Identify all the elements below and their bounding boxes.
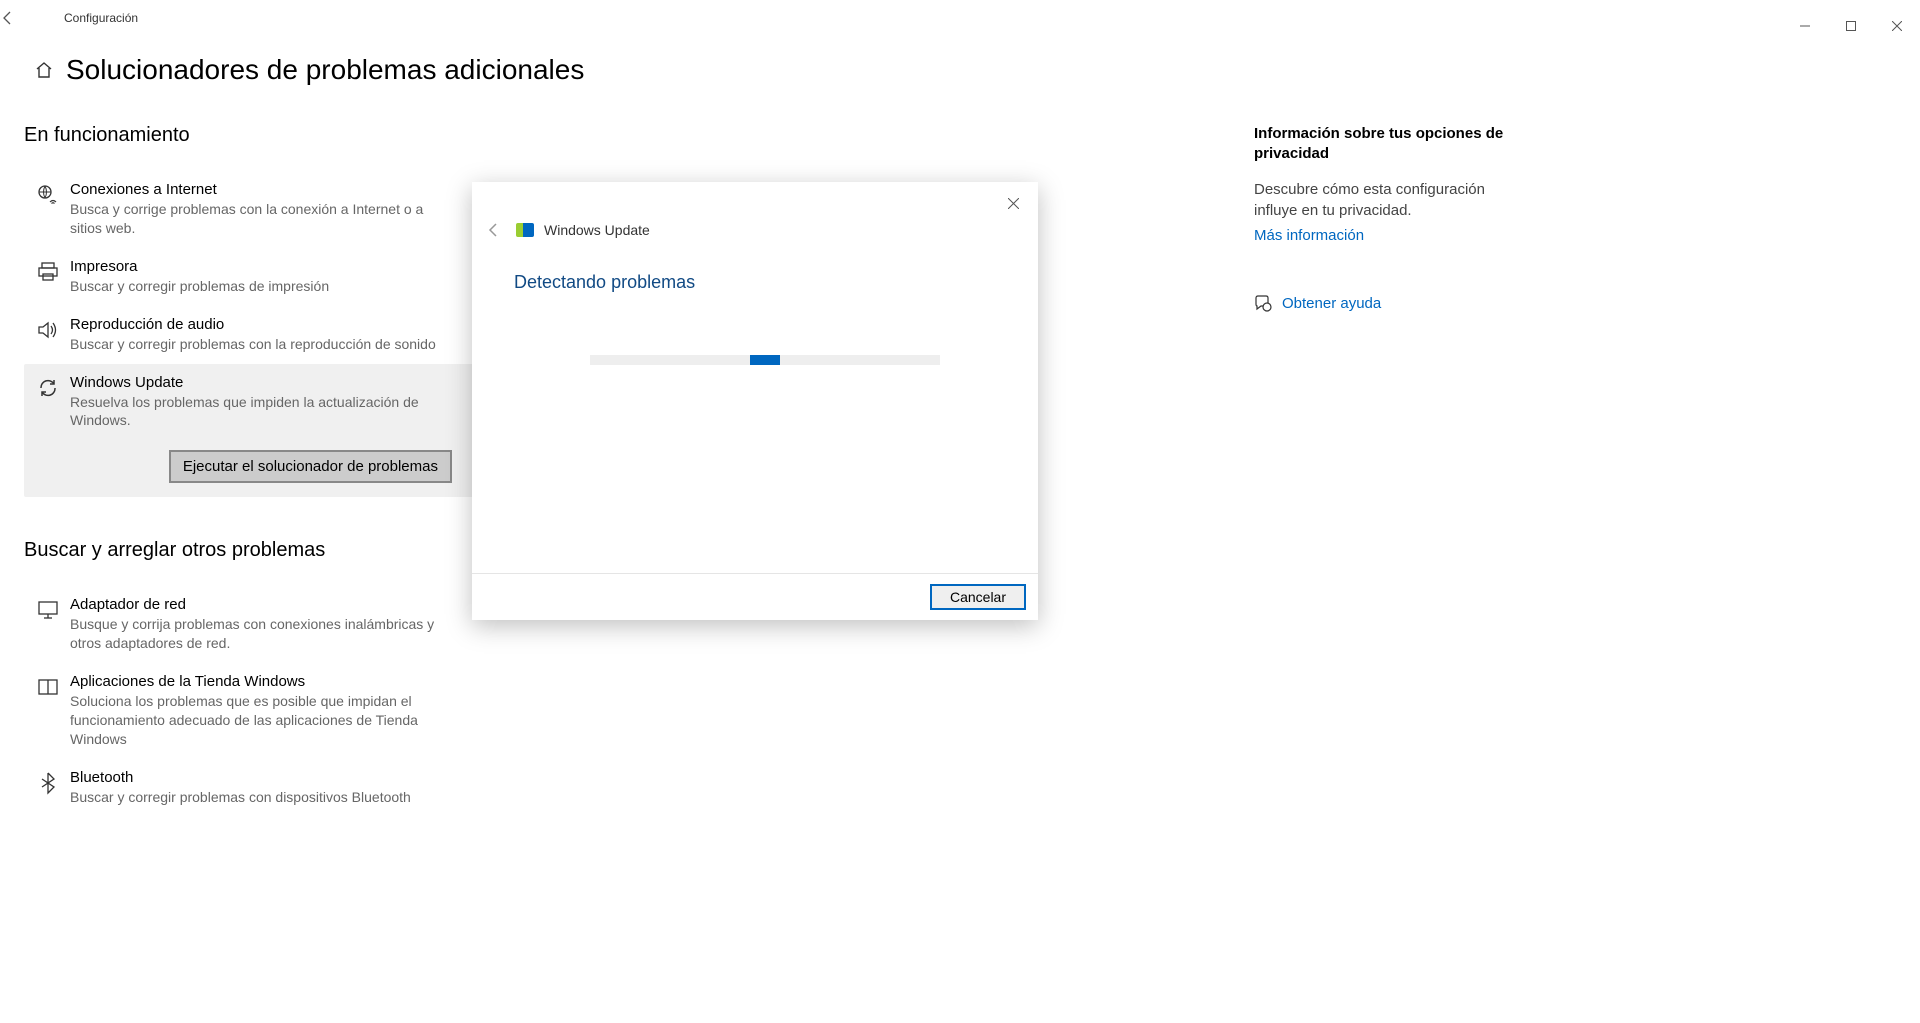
titlebar: Configuración [0,0,1920,32]
troubleshooter-internet[interactable]: Conexiones a Internet Busca y corrige pr… [24,171,476,248]
troubleshooter-title: Aplicaciones de la Tienda Windows [70,673,458,690]
dialog-cancel-button[interactable]: Cancelar [930,584,1026,610]
troubleshooter-title: Reproducción de audio [70,316,436,333]
troubleshooter-printer[interactable]: Impresora Buscar y corregir problemas de… [24,248,476,306]
section-running-heading: En funcionamiento [24,124,1224,147]
minimize-button[interactable] [1782,10,1828,42]
window-title: Configuración [64,11,138,25]
dialog-name: Windows Update [544,222,650,238]
dialog-back-icon [486,222,502,238]
troubleshooter-title: Adaptador de red [70,596,458,613]
dialog-close-button[interactable] [996,190,1030,216]
speaker-icon [28,316,68,354]
refresh-icon [28,374,68,431]
windows-update-icon [516,223,534,237]
printer-icon [28,258,68,296]
troubleshooter-store-apps[interactable]: Aplicaciones de la Tienda Windows Soluci… [24,663,476,759]
troubleshooter-title: Conexiones a Internet [70,181,458,198]
troubleshooter-network-adapter[interactable]: Adaptador de red Busque y corrija proble… [24,586,476,663]
troubleshooter-desc: Busca y corrige problemas con la conexió… [70,200,458,238]
close-button[interactable] [1874,10,1920,42]
page-header: Solucionadores de problemas adicionales [0,32,1920,86]
troubleshooter-desc: Busque y corrija problemas con conexione… [70,615,458,653]
get-help-link[interactable]: Obtener ayuda [1282,295,1381,312]
help-icon [1254,295,1282,313]
troubleshooter-desc: Soluciona los problemas que es posible q… [70,692,458,749]
troubleshooter-desc: Buscar y corregir problemas con disposit… [70,788,411,807]
page-title: Solucionadores de problemas adicionales [66,54,584,86]
troubleshooter-desc: Resuelva los problemas que impiden la ac… [70,393,458,431]
troubleshooter-windows-update[interactable]: Windows Update Resuelva los problemas qu… [24,364,476,498]
run-troubleshooter-button[interactable]: Ejecutar el solucionador de problemas [169,450,452,483]
troubleshooter-title: Bluetooth [70,769,411,786]
troubleshooter-bluetooth[interactable]: Bluetooth Buscar y corregir problemas co… [24,759,476,817]
globe-wifi-icon [28,181,68,238]
progress-chunk [750,355,780,365]
privacy-heading: Información sobre tus opciones de privac… [1254,124,1514,165]
maximize-button[interactable] [1828,10,1874,42]
troubleshooter-dialog: Windows Update Detectando problemas Canc… [472,182,1038,620]
monitor-icon [28,596,68,653]
bluetooth-icon [28,769,68,807]
troubleshooter-title: Impresora [70,258,329,275]
privacy-text: Descubre cómo esta configuración influye… [1254,179,1514,221]
tiles-icon [28,673,68,749]
troubleshooter-title: Windows Update [70,374,458,391]
back-button[interactable] [0,10,46,26]
home-icon[interactable] [24,60,64,80]
troubleshooter-desc: Buscar y corregir problemas de impresión [70,277,329,296]
dialog-status: Detectando problemas [472,238,1038,293]
progress-bar [590,355,940,365]
troubleshooter-desc: Buscar y corregir problemas con la repro… [70,335,436,354]
sidebar: Información sobre tus opciones de privac… [1254,124,1514,817]
troubleshooter-audio[interactable]: Reproducción de audio Buscar y corregir … [24,306,476,364]
more-info-link[interactable]: Más información [1254,227,1364,244]
